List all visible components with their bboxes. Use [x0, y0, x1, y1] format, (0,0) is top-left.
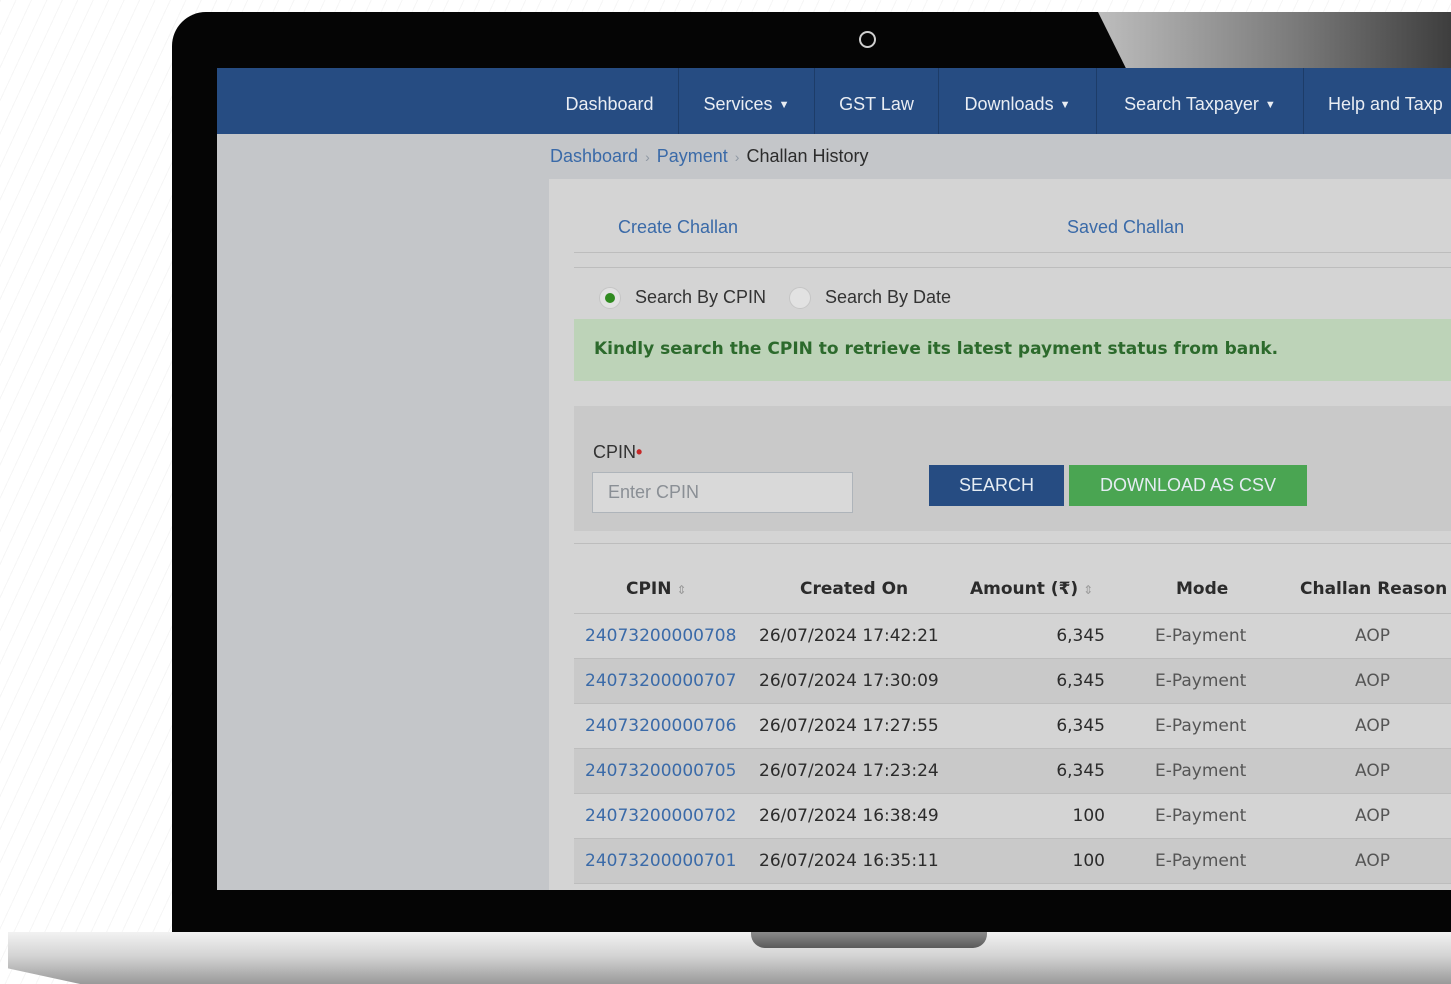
amount-cell: 6,345 — [1056, 671, 1105, 691]
table-row: 24073200000708 26/07/2024 17:42:21 6,345 E-… — [574, 614, 1451, 659]
camera-icon — [859, 31, 876, 48]
reason-cell: AOP — [1355, 761, 1390, 781]
laptop-notch — [751, 932, 987, 948]
mode-cell: E-Payment — [1155, 851, 1247, 871]
breadcrumb-dashboard[interactable]: Dashboard — [550, 146, 638, 166]
chevron-right-icon: › — [645, 149, 650, 165]
cpin-link[interactable]: 24073200000701 — [585, 851, 736, 871]
breadcrumb-current: Challan History — [746, 146, 869, 166]
breadcrumb: Dashboard › Payment › Challan History — [550, 146, 869, 167]
mode-cell: E-Payment — [1155, 626, 1247, 646]
nav-downloads[interactable]: Downloads ▼ — [939, 68, 1097, 134]
divider — [574, 543, 1451, 544]
info-alert: Kindly search the CPIN to retrieve its l… — [574, 319, 1451, 381]
created-on-cell: 26/07/2024 17:42:21 — [759, 626, 939, 646]
radio-label-date: Search By Date — [825, 287, 952, 307]
header-created-on: Created On — [800, 579, 909, 599]
challan-history-panel: Create Challan Saved Challan Search By C… — [549, 179, 1451, 890]
radio-search-by-date[interactable] — [789, 287, 811, 309]
top-navbar: Dashboard Services ▼ GST Law Downloads ▼ S… — [217, 68, 1451, 134]
radio-selected-dot — [605, 293, 615, 303]
laptop-base — [8, 932, 1451, 984]
header-amount[interactable]: Amount (₹) ⇕ — [970, 579, 1093, 599]
cpin-link[interactable]: 24073200000707 — [585, 671, 736, 691]
divider — [574, 252, 1451, 253]
nav-dashboard[interactable]: Dashboard — [541, 68, 679, 134]
chevron-right-icon: › — [734, 149, 740, 165]
amount-cell: 100 — [1072, 806, 1105, 826]
search-button[interactable]: SEARCH — [929, 465, 1064, 506]
amount-cell: 6,345 — [1056, 761, 1105, 781]
row-divider — [574, 883, 1451, 884]
table-row: 24073200000705 26/07/2024 17:23:24 6,345 E-… — [574, 749, 1451, 794]
header-challan-reason: Challan Reason — [1300, 579, 1448, 599]
created-on-cell: 26/07/2024 16:38:49 — [759, 806, 939, 826]
created-on-cell: 26/07/2024 16:35:11 — [759, 851, 939, 871]
mode-cell: E-Payment — [1155, 671, 1247, 691]
cpin-link[interactable]: 24073200000705 — [585, 761, 736, 781]
required-mark: • — [636, 442, 643, 462]
reason-cell: AOP — [1355, 716, 1390, 736]
radio-search-by-cpin[interactable] — [599, 287, 621, 309]
amount-cell: 100 — [1072, 851, 1105, 871]
mode-cell: E-Payment — [1155, 716, 1247, 736]
table-row: 24073200000702 26/07/2024 16:38:49 100 E-Pa… — [574, 794, 1451, 839]
amount-cell: 6,345 — [1056, 716, 1105, 736]
mode-cell: E-Payment — [1155, 761, 1247, 781]
amount-cell: 6,345 — [1056, 626, 1105, 646]
breadcrumb-payment[interactable]: Payment — [657, 146, 728, 166]
caret-down-icon: ▼ — [1264, 99, 1276, 111]
created-on-cell: 26/07/2024 17:30:09 — [759, 671, 939, 691]
sort-icon[interactable]: ⇕ — [677, 583, 687, 597]
cpin-link[interactable]: 24073200000702 — [585, 806, 736, 826]
nav-search-taxpayer[interactable]: Search Taxpayer ▼ — [1097, 68, 1304, 134]
divider — [574, 267, 1451, 268]
caret-down-icon: ▼ — [778, 99, 790, 111]
nav-services[interactable]: Services ▼ — [679, 68, 815, 134]
nav-gst-law[interactable]: GST Law — [815, 68, 939, 134]
created-on-cell: 26/07/2024 17:27:55 — [759, 716, 939, 736]
nav-help[interactable]: Help and Taxp — [1304, 68, 1451, 134]
cpin-label: CPIN• — [593, 442, 643, 462]
alert-message: Kindly search the CPIN to retrieve its l… — [594, 339, 1279, 359]
reason-cell: AOP — [1355, 671, 1390, 691]
cpin-input[interactable] — [592, 472, 853, 513]
table-row: 24073200000706 26/07/2024 17:27:55 6,345 E-… — [574, 704, 1451, 749]
tab-create-challan[interactable]: Create Challan — [618, 217, 738, 238]
tab-saved-challan[interactable]: Saved Challan — [1067, 217, 1184, 238]
bezel-glare — [1098, 12, 1451, 70]
header-cpin[interactable]: CPIN ⇕ — [626, 579, 687, 599]
cpin-search-form: CPIN• SEARCH DOWNLOAD AS CSV — [574, 406, 1451, 531]
sort-icon[interactable]: ⇕ — [1083, 583, 1093, 597]
created-on-cell: 26/07/2024 17:23:24 — [759, 761, 939, 781]
mode-cell: E-Payment — [1155, 806, 1247, 826]
table-row: 24073200000701 26/07/2024 16:35:11 100 E-Pa… — [574, 839, 1451, 884]
radio-label-cpin: Search By CPIN — [635, 287, 767, 307]
reason-cell: AOP — [1355, 626, 1390, 646]
cpin-link[interactable]: 24073200000708 — [585, 626, 736, 646]
table-row: 24073200000707 26/07/2024 17:30:09 6,345 E-… — [574, 659, 1451, 704]
reason-cell: AOP — [1355, 851, 1390, 871]
cpin-link[interactable]: 24073200000706 — [585, 716, 736, 736]
header-mode: Mode — [1176, 579, 1229, 599]
laptop-screen: Dashboard Services ▼ GST Law Downloads ▼ S… — [217, 68, 1451, 890]
caret-down-icon: ▼ — [1059, 99, 1071, 111]
download-csv-button[interactable]: DOWNLOAD AS CSV — [1069, 465, 1307, 506]
reason-cell: AOP — [1355, 806, 1390, 826]
